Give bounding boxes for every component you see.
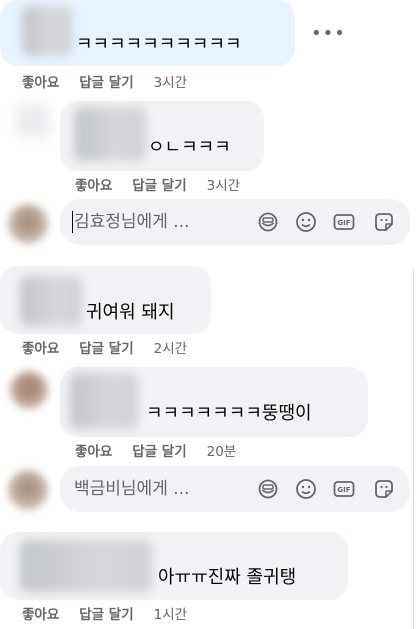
gif-icon[interactable]: GIF bbox=[332, 210, 356, 234]
comment-actions: 좋아요 답글 달기 3시간 bbox=[75, 177, 240, 195]
comment-actions: 좋아요 답글 달기 3시간 bbox=[22, 74, 187, 92]
like-button[interactable]: 좋아요 bbox=[22, 341, 59, 357]
comment-text: ㅋㅋㅋㅋㅋㅋㅋㅋㅋㅋ bbox=[76, 34, 242, 55]
comment-text: 귀여워 돼지 bbox=[86, 302, 175, 323]
comment-text: ㅇㄴㅋㅋㅋ bbox=[148, 137, 231, 158]
avatar bbox=[8, 204, 48, 244]
sticker-icon[interactable] bbox=[256, 210, 280, 234]
avatar-sticker-icon[interactable] bbox=[372, 477, 396, 501]
like-button[interactable]: 좋아요 bbox=[75, 178, 112, 194]
like-button[interactable]: 좋아요 bbox=[75, 444, 112, 460]
comment-bubble: 귀여워 돼지 bbox=[0, 266, 211, 334]
comment-thread: ㅋㅋㅋㅋㅋㅋㅋㅋㅋㅋ ••• 좋아요 답글 달기 3시간 ㅇㄴㅋㅋㅋ 좋아요 답글 달… bbox=[0, 0, 416, 629]
reply-button[interactable]: 답글 달기 bbox=[132, 444, 186, 460]
avatar-sticker-icon[interactable] bbox=[372, 210, 396, 234]
like-button[interactable]: 좋아요 bbox=[22, 75, 59, 91]
comment-actions: 좋아요 답글 달기 20분 bbox=[75, 443, 236, 461]
gif-icon[interactable]: GIF bbox=[332, 477, 356, 501]
redacted-name bbox=[70, 373, 138, 429]
scrollbar-track bbox=[413, 270, 414, 629]
reply-placeholder: 김효정님에게 ... bbox=[74, 212, 190, 232]
redacted-name bbox=[22, 6, 72, 56]
reply-input[interactable]: 백금비님에게 ... GIF bbox=[60, 466, 410, 512]
comment-time[interactable]: 2시간 bbox=[154, 341, 187, 357]
comment-text: ㅋㅋㅋㅋㅋㅋㅋ뚱땡이 bbox=[146, 403, 312, 424]
redacted-name bbox=[20, 540, 152, 592]
comment-time[interactable]: 3시간 bbox=[154, 75, 187, 91]
like-button[interactable]: 좋아요 bbox=[22, 607, 59, 623]
redacted-name bbox=[20, 276, 82, 326]
comment-time[interactable]: 1시간 bbox=[154, 607, 187, 623]
avatar bbox=[10, 371, 48, 409]
comment-bubble: 아ㅠㅠ진짜 졸귀탱 bbox=[0, 532, 348, 600]
emoji-icon[interactable] bbox=[294, 477, 318, 501]
avatar bbox=[16, 104, 50, 138]
comment-actions: 좋아요 답글 달기 1시간 bbox=[22, 606, 187, 624]
comment-time[interactable]: 20분 bbox=[207, 444, 237, 460]
comment-bubble: ㅋㅋㅋㅋㅋㅋㅋㅋㅋㅋ bbox=[0, 0, 295, 66]
more-options-icon[interactable]: ••• bbox=[311, 23, 346, 44]
reply-placeholder: 백금비님에게 ... bbox=[74, 479, 190, 499]
comment-bubble: ㅇㄴㅋㅋㅋ bbox=[60, 101, 264, 171]
reply-button[interactable]: 답글 달기 bbox=[132, 178, 186, 194]
sticker-icon[interactable] bbox=[256, 477, 280, 501]
svg-text:GIF: GIF bbox=[337, 219, 350, 227]
comment-time[interactable]: 3시간 bbox=[207, 178, 240, 194]
reply-button[interactable]: 답글 달기 bbox=[79, 607, 133, 623]
emoji-icon[interactable] bbox=[294, 210, 318, 234]
comment-text: 아ㅠㅠ진짜 졸귀탱 bbox=[158, 567, 297, 588]
svg-text:GIF: GIF bbox=[337, 486, 350, 494]
comment-bubble: ㅋㅋㅋㅋㅋㅋㅋ뚱땡이 bbox=[60, 367, 368, 437]
text-cursor bbox=[72, 211, 73, 233]
redacted-name bbox=[74, 107, 146, 161]
comment-actions: 좋아요 답글 달기 2시간 bbox=[22, 340, 187, 358]
reply-button[interactable]: 답글 달기 bbox=[79, 75, 133, 91]
reply-button[interactable]: 답글 달기 bbox=[79, 341, 133, 357]
reply-input[interactable]: 김효정님에게 ... GIF bbox=[60, 199, 410, 245]
avatar bbox=[8, 470, 48, 510]
